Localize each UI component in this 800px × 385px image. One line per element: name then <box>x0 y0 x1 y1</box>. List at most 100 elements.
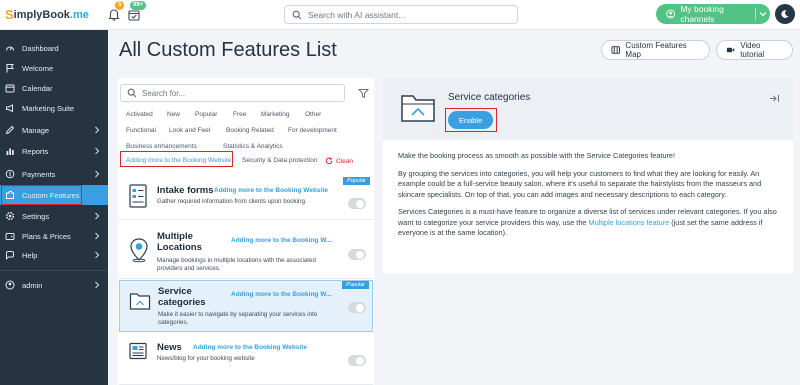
popular-badge: Popular <box>343 177 370 185</box>
filter-tag-business-enhancements[interactable]: Business enhancements <box>126 143 197 150</box>
clean-label: Clean <box>336 157 353 165</box>
chevron-right-icon <box>95 147 100 155</box>
sidebar-item-welcome[interactable]: Welcome <box>0 58 108 78</box>
feature-title-line1: Service <box>158 286 192 297</box>
highlight-box <box>445 108 497 132</box>
filter-tag-booking-related[interactable]: Booking Related <box>226 127 274 134</box>
detail-paragraph: Make the booking process as smooth as po… <box>398 151 676 160</box>
filter-tag-new[interactable]: New <box>167 111 180 118</box>
user-circle-icon <box>666 9 676 19</box>
sidebar-item-settings[interactable]: Settings <box>0 206 108 226</box>
custom-features-map-button[interactable]: Custom Features Map <box>601 40 710 60</box>
highlight-box <box>1 185 82 205</box>
clean-filters-button[interactable]: Clean <box>325 157 353 165</box>
sidebar-item-admin[interactable]: admin <box>0 275 108 295</box>
sidebar-item-label: Payments <box>22 169 56 179</box>
sidebar-item-label: Plans & Prices <box>22 231 71 241</box>
sidebar-item-marketing-suite[interactable]: Marketing Suite <box>0 98 108 118</box>
feature-title-line2: Locations <box>157 242 202 253</box>
chevron-down-icon[interactable] <box>756 11 770 17</box>
refresh-icon <box>325 157 333 165</box>
feature-toggle[interactable] <box>348 249 366 260</box>
filter-tag-security[interactable]: Security & Data protection <box>242 157 318 164</box>
bell-icon[interactable] <box>107 8 121 22</box>
sidebar-item-label: Marketing Suite <box>22 103 75 113</box>
sidebar-item-dashboard[interactable]: Dashboard <box>0 38 108 58</box>
map-icon <box>611 46 620 54</box>
filter-tag-popular[interactable]: Popular <box>195 111 217 118</box>
sidebar-item-label: Help <box>22 250 38 260</box>
folder-icon <box>129 293 151 310</box>
feature-description-line2: providers and services. <box>157 265 221 272</box>
feature-card-multiple-locations[interactable]: Multiple Locations Adding more to the Bo… <box>119 221 373 279</box>
detail-header: Service categories Enable <box>383 78 793 140</box>
feature-card-intake-forms[interactable]: Intake forms Adding more to the Booking … <box>119 177 373 220</box>
feature-card-service-categories[interactable]: Service categories Adding more to the Bo… <box>119 280 373 332</box>
filter-tag-statistics-analytics[interactable]: Statistics & Analytics <box>223 143 283 150</box>
video-icon <box>726 47 735 53</box>
filter-icon[interactable] <box>358 88 369 99</box>
tasks-calendar-icon[interactable] <box>127 8 141 22</box>
folder-icon <box>401 95 435 122</box>
wallet-icon <box>5 231 15 241</box>
feature-description: Gather required information from clients… <box>157 198 307 205</box>
detail-paragraph: By grouping the services into categories… <box>398 168 762 199</box>
filter-tag-activated[interactable]: Activated <box>126 111 153 118</box>
top-bar: S implyBook .me 5 99+ Search with AI ass… <box>0 0 800 30</box>
filter-tag-for-development[interactable]: For development <box>288 127 337 134</box>
map-button-label: Custom Features Map <box>625 41 687 59</box>
sidebar-item-label: Welcome <box>22 63 54 73</box>
detail-description: Make the booking process as smooth as po… <box>398 151 783 246</box>
collapse-panel-icon[interactable] <box>769 94 780 103</box>
feature-toggle[interactable] <box>348 198 366 209</box>
logo-letter: S <box>5 7 14 22</box>
filter-tag-look-and-feel[interactable]: Look and Feel <box>169 127 210 134</box>
feature-category: Adding more to the Booking W... <box>231 237 332 244</box>
filter-tag-other[interactable]: Other <box>305 111 321 118</box>
feature-card-news[interactable]: News Adding more to the Booking Website … <box>119 333 373 385</box>
ai-search-input[interactable]: Search with AI assistant... <box>284 5 518 24</box>
sidebar: Dashboard Welcome Calendar Marketing Sui… <box>0 30 108 385</box>
highlight-box <box>120 151 233 167</box>
video-button-label: Video tutorial <box>740 41 765 59</box>
booking-channels-button[interactable]: My booking channels <box>656 4 770 24</box>
chevron-right-icon <box>95 232 100 240</box>
features-list-panel: Search for... Activated New Popular Free… <box>118 78 374 385</box>
feature-detail-panel: Service categories Enable Make the booki… <box>383 78 793 273</box>
sidebar-divider <box>0 270 108 271</box>
sidebar-item-reports[interactable]: Reports <box>0 141 108 161</box>
filter-tag-free[interactable]: Free <box>233 111 246 118</box>
logo-suffix: .me <box>69 8 89 21</box>
feature-search-input[interactable]: Search for... <box>120 84 345 102</box>
chevron-right-icon <box>95 251 100 259</box>
form-icon <box>129 184 147 208</box>
newspaper-icon <box>129 342 147 360</box>
sidebar-item-plans-prices[interactable]: Plans & Prices <box>0 226 108 246</box>
flag-icon <box>5 63 15 73</box>
sidebar-item-label: Settings <box>22 211 50 221</box>
sidebar-item-label: Calendar <box>22 83 53 93</box>
sidebar-item-calendar[interactable]: Calendar <box>0 78 108 98</box>
multiple-locations-link[interactable]: Multiple locations feature <box>588 218 669 227</box>
tasks-badge: 99+ <box>130 1 147 10</box>
filter-tag-functional[interactable]: Functional <box>126 127 156 134</box>
simplybook-logo[interactable]: S implyBook .me <box>5 7 89 22</box>
chevron-right-icon <box>95 281 100 289</box>
search-icon <box>292 10 302 19</box>
dashboard-icon <box>5 43 15 53</box>
page-title: All Custom Features List <box>119 39 337 61</box>
filter-tag-marketing[interactable]: Marketing <box>261 111 290 118</box>
chevron-right-icon <box>95 126 100 134</box>
sidebar-item-manage[interactable]: Manage <box>0 120 108 140</box>
feature-toggle[interactable] <box>348 355 366 366</box>
feature-title: News <box>157 342 182 353</box>
account-avatar[interactable] <box>775 4 795 24</box>
sidebar-item-payments[interactable]: Payments <box>0 164 108 184</box>
video-tutorial-button[interactable]: Video tutorial <box>716 40 793 60</box>
payments-icon <box>5 169 15 179</box>
feature-title-line1: Multiple <box>157 231 193 242</box>
sidebar-item-label: Reports <box>22 146 49 156</box>
feature-toggle[interactable] <box>348 302 366 313</box>
sidebar-item-help[interactable]: Help <box>0 245 108 265</box>
sidebar-item-label: admin <box>22 280 43 290</box>
